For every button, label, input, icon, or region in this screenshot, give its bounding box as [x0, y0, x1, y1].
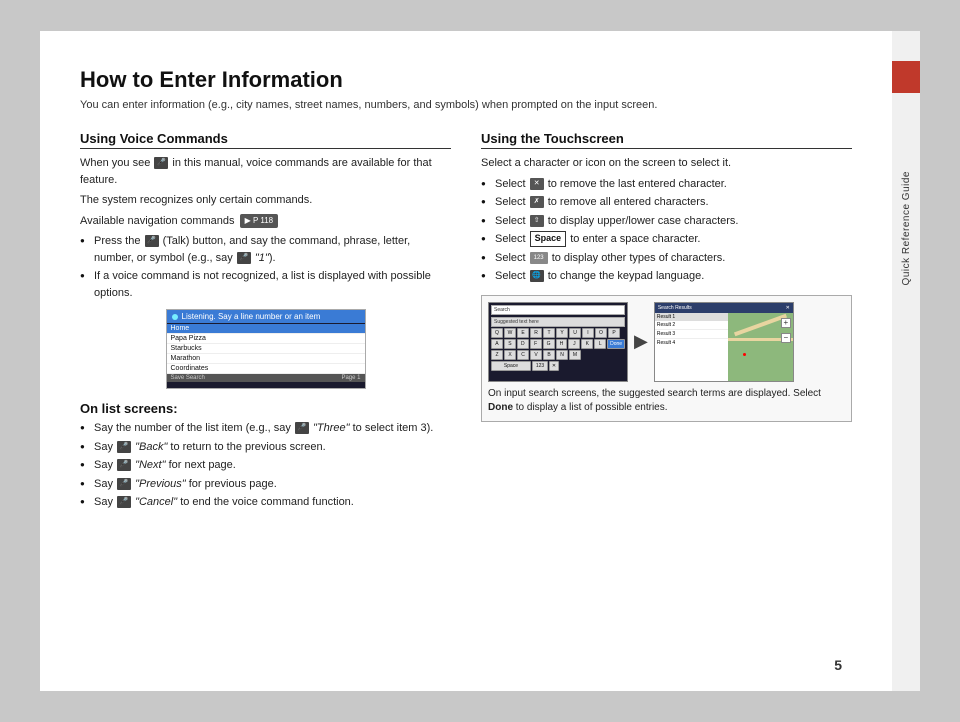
vs-list: Home Papa Pizza Starbucks Marathon Coord… [167, 324, 365, 374]
clear-all-icon: ✗ [530, 196, 544, 208]
ts-bullet-5: Select 123 to display other types of cha… [481, 250, 852, 267]
ts-bullet-2: Select ✗ to remove all entered character… [481, 194, 852, 211]
mic-icon-list2: 🎤 [117, 441, 131, 453]
voice-bullet-1: Press the 🎤 (Talk) button, and say the c… [80, 233, 451, 266]
ts-img-row: Search Suggested text here QWERTYUIOP AS… [488, 302, 845, 382]
ts-bullet-4: Select Space to enter a space character. [481, 231, 852, 248]
right-column: Using the Touchscreen Select a character… [481, 131, 852, 519]
page-wrapper: How to Enter Information You can enter i… [40, 31, 920, 691]
talk-icon-2: 🎤 [237, 252, 251, 264]
list-screen-bullets: Say the number of the list item (e.g., s… [80, 420, 451, 511]
language-icon: 🌐 [530, 270, 544, 282]
vs-footer-left: Save Search [171, 375, 205, 381]
voice-para3: Available navigation commands ▶ P 118 [80, 213, 451, 230]
vs-item-3: Starbucks [167, 344, 365, 354]
vs-item-5: Coordinates [167, 364, 365, 374]
nav-commands-ref: ▶ P 118 [240, 214, 279, 228]
ts-screen-right: Search Results ✕ Result 1 Result 2 Resul… [654, 302, 794, 382]
voice-bullet-2: If a voice command is not recognized, a … [80, 268, 451, 301]
on-list-screens-title: On list screens: [80, 401, 451, 416]
main-content: How to Enter Information You can enter i… [40, 31, 892, 691]
left-column: Using Voice Commands When you see 🎤 in t… [80, 131, 451, 519]
page-number: 5 [834, 657, 842, 673]
vs-footer: Save Search Page 1 [167, 374, 365, 382]
touchscreen-intro: Select a character or icon on the screen… [481, 155, 852, 172]
vs-footer-right: Page 1 [341, 375, 360, 381]
touchscreen-bullets: Select ✕ to remove the last entered char… [481, 176, 852, 285]
ts-arrow: ▶ [634, 331, 648, 352]
voice-para2: The system recognizes only certain comma… [80, 192, 451, 209]
touchscreen-images: Search Suggested text here QWERTYUIOP AS… [481, 295, 852, 422]
voice-intro-text: When you see 🎤 in this manual, voice com… [80, 155, 451, 188]
ts-caption: On input search screens, the suggested s… [488, 387, 845, 415]
ts-screen-left: Search Suggested text here QWERTYUIOP AS… [488, 302, 628, 382]
mic-icon-list5: 🎤 [117, 496, 131, 508]
vs-item-1: Home [167, 324, 365, 334]
voice-commands-title: Using Voice Commands [80, 131, 451, 149]
two-col-layout: Using Voice Commands When you see 🎤 in t… [80, 131, 852, 519]
vs-item-2: Papa Pizza [167, 334, 365, 344]
ts-bullet-6: Select 🌐 to change the keypad language. [481, 268, 852, 285]
vs-dot [172, 314, 178, 320]
backspace-icon: ✕ [530, 178, 544, 190]
case-icon: ⇧ [530, 215, 544, 227]
touchscreen-title: Using the Touchscreen [481, 131, 852, 149]
voice-bullets: Press the 🎤 (Talk) button, and say the c… [80, 233, 451, 301]
vs-header-text: Listening. Say a line number or an item [182, 312, 321, 321]
side-label: Quick Reference Guide [901, 171, 912, 285]
vs-item-4: Marathon [167, 354, 365, 364]
list-bullet-3: Say 🎤 "Next" for next page. [80, 457, 451, 474]
page-subtitle: You can enter information (e.g., city na… [80, 99, 852, 111]
talk-icon-1: 🎤 [145, 235, 159, 247]
voice-screenshot: Listening. Say a line number or an item … [166, 309, 366, 389]
page-title: How to Enter Information [80, 67, 852, 93]
ts-bullet-1: Select ✕ to remove the last entered char… [481, 176, 852, 193]
mic-icon: 🎤 [154, 157, 168, 169]
list-bullet-5: Say 🎤 "Cancel" to end the voice command … [80, 494, 451, 511]
char-type-icon: 123 [530, 252, 548, 264]
ts-bullet-3: Select ⇧ to display upper/lower case cha… [481, 213, 852, 230]
done-bold: Done [488, 402, 513, 413]
mic-icon-list4: 🎤 [117, 478, 131, 490]
list-bullet-1: Say the number of the list item (e.g., s… [80, 420, 451, 437]
vs-header: Listening. Say a line number or an item [167, 310, 365, 323]
space-badge: Space [530, 231, 567, 247]
mic-icon-list1: 🎤 [295, 422, 309, 434]
right-sidebar-tab: Quick Reference Guide [892, 31, 920, 691]
list-bullet-2: Say 🎤 "Back" to return to the previous s… [80, 439, 451, 456]
list-bullet-4: Say 🎤 "Previous" for previous page. [80, 476, 451, 493]
red-tab-marker [892, 61, 920, 93]
mic-icon-list3: 🎤 [117, 459, 131, 471]
